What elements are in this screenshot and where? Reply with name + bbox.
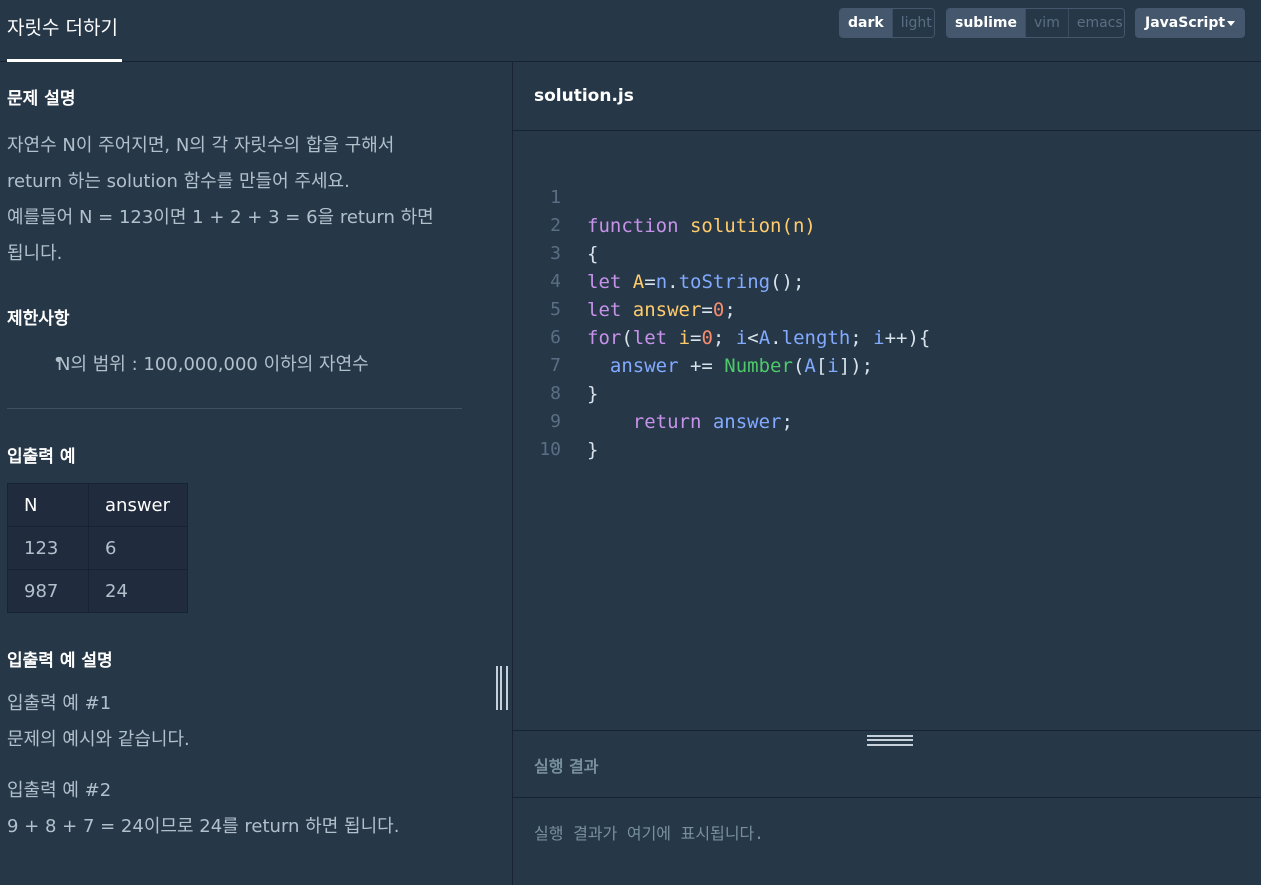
caret-down-icon <box>1227 21 1235 26</box>
problem-panel: 문제 설명 자연수 N이 주어지면, N의 각 자릿수의 합을 구해서 retu… <box>0 62 512 885</box>
example-2-text: 9 + 8 + 7 = 24이므로 24를 return 하면 됩니다. <box>7 816 400 837</box>
example-1-text: 문제의 예시와 같습니다. <box>7 729 190 750</box>
theme-toggle: dark light <box>839 8 935 38</box>
result-header: 실행 결과 <box>513 730 1261 798</box>
result-output: 실행 결과가 여기에 표시됩니다. <box>534 824 764 843</box>
io-example-table: N answer 123 6 987 24 <box>7 483 188 613</box>
table-header-row: N answer <box>7 483 188 527</box>
code-line: 8 return answer; <box>513 352 793 433</box>
result-title: 실행 결과 <box>534 757 599 776</box>
table-header-cell: N <box>7 483 89 527</box>
description-line-2: return 하는 solution 함수를 만들어 주세요. <box>7 171 350 192</box>
keymap-sublime-button[interactable]: sublime <box>947 9 1026 37</box>
io-example-heading: 입출력 예 <box>7 447 76 467</box>
theme-dark-button[interactable]: dark <box>840 9 892 37</box>
code-line: 6 answer += Number(A[i]); <box>513 296 873 377</box>
code-line: 9 } <box>513 380 598 461</box>
example-2-title: 입출력 예 #2 <box>7 780 112 801</box>
code-line: 1 function solution(n) <box>513 156 816 237</box>
language-dropdown[interactable]: JavaScript <box>1135 8 1245 38</box>
code-line: 5 for(let i=0; i<A.length; i++){ <box>513 268 930 349</box>
code-line: 4 let answer=0; <box>513 240 736 321</box>
description-line-3: 예를들어 N = 123이면 1 + 2 + 3 = 6을 return 하면 <box>7 207 434 228</box>
table-row: 987 24 <box>7 569 188 613</box>
code-line: 3 let A=n.toString(); <box>513 212 804 293</box>
example-1-title: 입출력 예 #1 <box>7 693 112 714</box>
theme-light-button[interactable]: light <box>891 9 934 37</box>
keymap-emacs-button[interactable]: emacs <box>1067 9 1124 37</box>
constraints-heading: 제한사항 <box>7 309 70 329</box>
table-cell: 123 <box>7 526 89 570</box>
language-label: JavaScript <box>1145 15 1226 31</box>
description-line-4: 됩니다. <box>7 243 63 264</box>
table-cell: 24 <box>88 569 188 613</box>
code-editor[interactable]: 1 function solution(n) 2 { 3 let A=n.toS… <box>513 131 1261 731</box>
table-header-cell: answer <box>88 483 188 527</box>
keymap-vim-button[interactable]: vim <box>1025 9 1068 37</box>
table-cell: 6 <box>88 526 188 570</box>
io-description-heading: 입출력 예 설명 <box>7 651 113 671</box>
section-divider <box>7 408 462 409</box>
keymap-toggle: sublime vim emacs <box>946 8 1125 38</box>
top-header: 자릿수 더하기 dark light sublime vim emacs Jav… <box>0 0 1261 62</box>
description-line-1: 자연수 N이 주어지면, N의 각 자릿수의 합을 구해서 <box>7 135 395 156</box>
result-resize-handle[interactable] <box>867 735 913 746</box>
problem-title-tab[interactable]: 자릿수 더하기 <box>7 0 122 62</box>
file-name: solution.js <box>534 86 634 106</box>
code-line: 2 { <box>513 184 598 265</box>
panel-resize-handle[interactable] <box>496 666 508 710</box>
editor-panel: solution.js 1 function solution(n) 2 { 3… <box>512 62 1261 885</box>
table-cell: 987 <box>7 569 89 613</box>
description-heading: 문제 설명 <box>7 89 76 109</box>
line-number: 10 <box>539 439 561 460</box>
code-line: 7 } <box>513 324 598 405</box>
code-line: 10 <box>513 408 582 460</box>
constraint-item: N의 범위 : 100,000,000 이하의 자연수 <box>53 350 369 376</box>
table-row: 123 6 <box>7 526 188 570</box>
